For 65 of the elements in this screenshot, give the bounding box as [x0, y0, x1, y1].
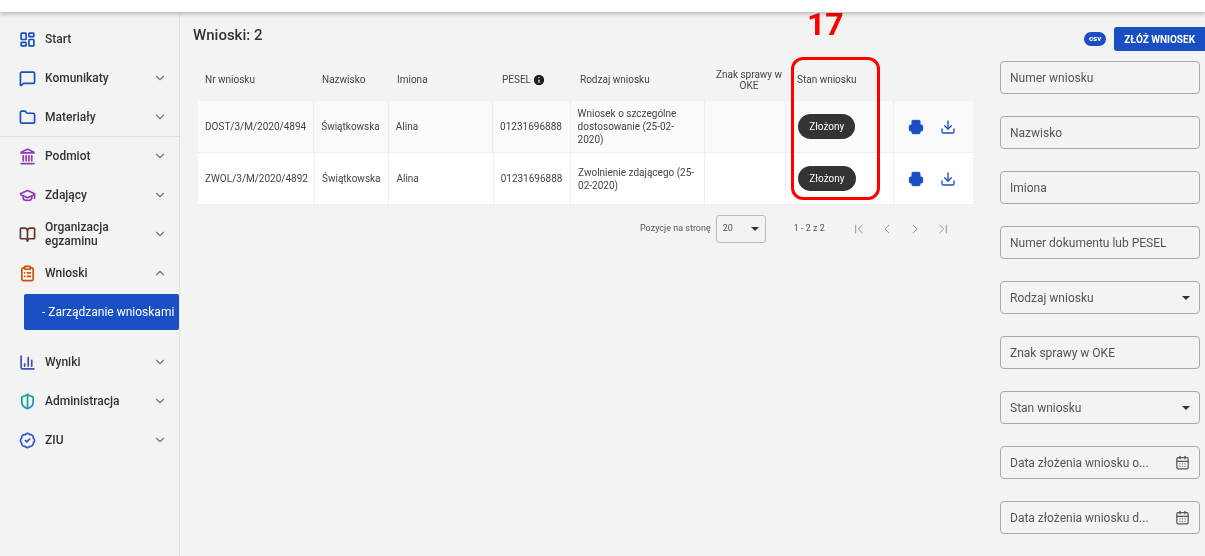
sidebar-item[interactable]: Zdający [0, 176, 179, 215]
column-header: Rodzaj wniosku [580, 74, 650, 85]
sidebar-item[interactable]: Administracja [0, 382, 179, 421]
date-field[interactable]: Data złożenia wniosku o... [1000, 446, 1200, 479]
column-header: Nazwisko [322, 74, 366, 85]
dropdown-arrow-icon [1182, 295, 1190, 300]
input-field[interactable]: Znak sprawy w OKE [1000, 336, 1200, 369]
table-cell-text: Zwolnienie zdającego (25-02-2020) [578, 165, 696, 192]
dropdown-arrow-icon [1182, 405, 1190, 410]
chart-icon [19, 353, 36, 371]
print-icon[interactable] [907, 170, 924, 187]
table-cell-text: Wniosek o szczególne dostosowanie (25-02-2020) [577, 107, 678, 146]
input-field[interactable]: Imiona [1000, 171, 1200, 204]
dropdown-arrow-icon [750, 227, 759, 231]
csv-cloud-icon[interactable]: csv [1083, 32, 1107, 46]
book-icon [19, 225, 36, 243]
per-page-select[interactable]: 20 [715, 215, 766, 243]
status-badge: Złożony [798, 114, 856, 139]
table-cell: Alina [395, 120, 419, 133]
table-cell: Świątkowska [321, 120, 380, 133]
select-field[interactable]: Rodzaj wniosku [1000, 281, 1200, 314]
message-icon [19, 69, 36, 87]
badge-icon [19, 431, 36, 449]
print-icon[interactable] [907, 118, 924, 135]
submit-application-button[interactable]: ZŁÓŻ WNIOSEK [1114, 27, 1205, 51]
calendar-icon [1175, 510, 1190, 525]
download-icon[interactable] [939, 170, 956, 187]
input-field[interactable]: Nazwisko [1000, 116, 1200, 149]
shield-icon [19, 392, 36, 410]
column-header: Nr wniosku [205, 74, 255, 85]
sidebar-item[interactable]: Materiały [0, 98, 179, 137]
select-field[interactable]: Stan wniosku [1000, 391, 1200, 424]
page-heading: Wnioski: 2 [193, 24, 263, 46]
table-cell: 01231696888 [500, 172, 563, 185]
table-cell: 01231696888 [500, 120, 562, 133]
dashboard-icon [19, 30, 36, 48]
column-header: Imiona [397, 74, 428, 85]
table-cell: Alina [396, 172, 419, 185]
sidebar-item[interactable]: Wyniki [0, 343, 179, 382]
input-field[interactable]: Numer wniosku [1000, 61, 1200, 94]
download-icon[interactable] [939, 118, 956, 135]
clipboard-icon [19, 264, 36, 282]
table-cell: ZWOL/3/M/2020/4892 [205, 172, 308, 185]
status-badge: Złożony [798, 166, 856, 191]
sidebar-item[interactable]: Podmiot [0, 137, 179, 176]
annotation-number: 17 [807, 6, 844, 42]
calendar-icon [1175, 455, 1190, 470]
date-field[interactable]: Data złożenia wniosku d... [1000, 501, 1200, 534]
info-icon [532, 72, 546, 87]
input-field[interactable]: Numer dokumentu lub PESEL [1000, 226, 1200, 259]
sidebar-item[interactable]: Organizacja egzaminu [0, 215, 179, 254]
sidebar-item[interactable]: Komunikaty [0, 59, 179, 98]
column-header: PESEL [502, 74, 531, 85]
table-cell: Świątkowska [322, 172, 381, 185]
column-header: Stan wniosku [797, 74, 857, 85]
table-cell: DOST/3/M/2020/4894 [205, 120, 307, 133]
sidebar-subitem[interactable]: - Zarządzanie wnioskami [24, 294, 179, 330]
building-icon [19, 147, 36, 165]
sidebar-item[interactable]: Wnioski [0, 254, 179, 293]
column-header: Znak sprawy w OKE [715, 68, 783, 91]
folder-icon [19, 108, 36, 126]
page-range: 1 - 2 z 2 [793, 222, 825, 236]
sidebar-item[interactable]: ZIU [0, 421, 179, 460]
per-page-label: Pozycje na stronę [640, 222, 711, 236]
sidebar-item[interactable]: Start [0, 20, 179, 59]
